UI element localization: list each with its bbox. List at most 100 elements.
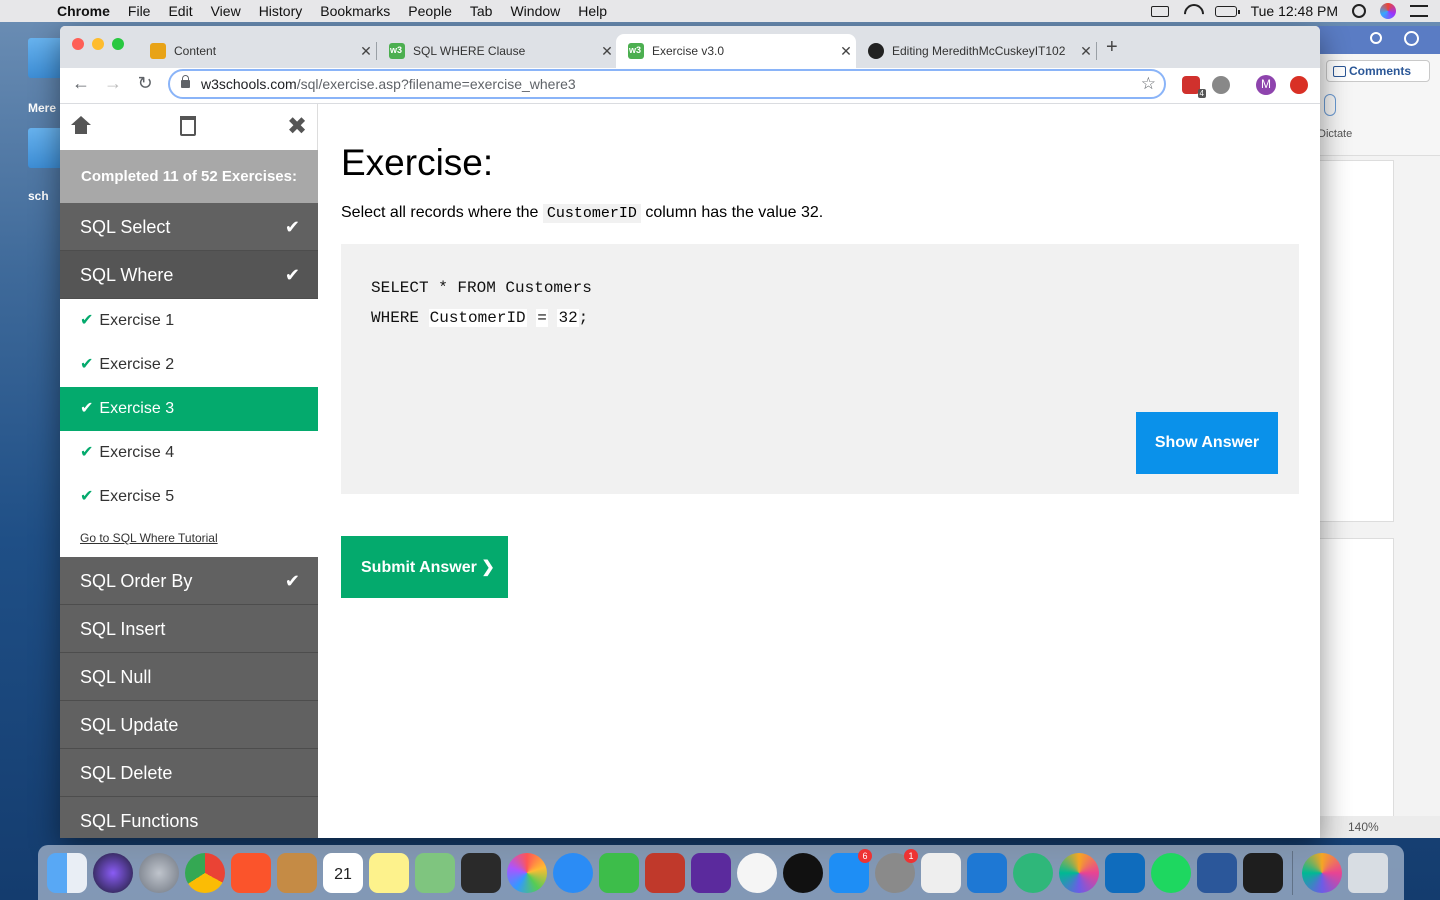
answer-input-operator[interactable]: = — [536, 309, 548, 327]
minimize-window-button[interactable] — [92, 38, 104, 50]
submit-answer-button[interactable]: Submit Answer ❯ — [341, 536, 508, 598]
airplay-icon[interactable] — [1150, 5, 1169, 17]
vscode-icon[interactable] — [967, 852, 1007, 893]
sidebar-category-sql-delete[interactable]: SQL Delete — [60, 749, 318, 797]
forward-arrow-icon[interactable]: → — [100, 73, 126, 94]
kindle-icon[interactable] — [461, 852, 501, 893]
word-icon[interactable] — [1197, 852, 1237, 893]
sidebar-category-sql-insert[interactable]: SQL Insert — [60, 605, 318, 653]
feedback-smiley-icon[interactable] — [1404, 31, 1419, 46]
spotify-icon[interactable] — [1151, 852, 1191, 893]
sidebar-category-sql-functions[interactable]: SQL Functions — [60, 797, 318, 838]
fullscreen-window-button[interactable] — [112, 38, 124, 50]
back-arrow-icon[interactable]: ← — [68, 73, 94, 94]
outlook-icon[interactable] — [1105, 852, 1145, 893]
menu-edit[interactable]: Edit — [159, 3, 201, 19]
address-bar[interactable]: w3schools.com/sql/exercise.asp?filename=… — [168, 69, 1166, 99]
code-editor-box: SELECT * FROM Customers WHERE CustomerID… — [341, 244, 1299, 494]
notification-center-icon[interactable] — [1410, 5, 1428, 17]
new-tab-icon[interactable]: + — [1106, 36, 1118, 59]
update-icon[interactable] — [1290, 76, 1308, 94]
color-picker-icon[interactable] — [1059, 852, 1099, 893]
notes-icon[interactable] — [369, 852, 409, 893]
brave-icon[interactable] — [231, 852, 271, 893]
word-search-icon[interactable] — [1370, 32, 1382, 44]
close-window-button[interactable] — [72, 38, 84, 50]
menu-app-chrome[interactable]: Chrome — [48, 3, 119, 19]
menu-bookmarks[interactable]: Bookmarks — [311, 3, 399, 19]
trash-icon[interactable] — [1348, 852, 1388, 893]
contacts-icon[interactable] — [277, 852, 317, 893]
reload-icon[interactable]: ↻ — [132, 73, 158, 94]
sidebar-category-sql-update[interactable]: SQL Update — [60, 701, 318, 749]
spotlight-search-icon[interactable] — [1352, 4, 1366, 18]
menu-help[interactable]: Help — [569, 3, 616, 19]
news-icon[interactable] — [737, 852, 777, 893]
address-url[interactable]: w3schools.com/sql/exercise.asp?filename=… — [201, 76, 576, 92]
imovie-icon[interactable] — [691, 852, 731, 893]
sidebar-category-sql-where[interactable]: SQL Where ✔ — [60, 251, 318, 299]
calendar-icon[interactable]: 21 — [323, 852, 363, 893]
sidebar-exercise-2[interactable]: ✔ Exercise 2 — [60, 343, 318, 387]
tab-content[interactable]: Content ✕ — [138, 34, 376, 68]
messages-icon[interactable] — [553, 852, 593, 893]
desktop-folder-icon[interactable] — [28, 128, 64, 168]
sidebar-category-sql-order-by[interactable]: SQL Order By ✔ — [60, 557, 318, 605]
battery-icon[interactable] — [1214, 5, 1240, 17]
menu-clock[interactable]: Tue 12:48 PM — [1251, 3, 1338, 19]
bookmark-star-icon[interactable]: ☆ — [1141, 74, 1156, 94]
atom-icon[interactable] — [1013, 852, 1053, 893]
trash-icon[interactable] — [180, 116, 196, 136]
tutorial-link[interactable]: Go to SQL Where Tutorial — [80, 531, 218, 545]
home-icon[interactable] — [71, 116, 91, 136]
answer-input-field[interactable]: CustomerID — [428, 309, 527, 327]
siri-icon[interactable] — [1380, 3, 1396, 19]
sidebar-exercise-1[interactable]: ✔ Exercise 1 — [60, 299, 318, 343]
menu-tab[interactable]: Tab — [461, 3, 502, 19]
photo-booth-icon[interactable] — [645, 852, 685, 893]
profile-avatar[interactable]: M — [1256, 75, 1276, 95]
close-tab-icon[interactable]: ✕ — [597, 43, 617, 60]
adblock-extension-icon[interactable]: 4 — [1182, 76, 1206, 98]
exercise-label: Exercise 1 — [99, 312, 175, 329]
menu-history[interactable]: History — [250, 3, 312, 19]
close-tab-icon[interactable]: ✕ — [1076, 43, 1096, 60]
close-tab-icon[interactable]: ✕ — [356, 43, 376, 60]
terminal-icon[interactable] — [1243, 852, 1283, 893]
siri-icon[interactable] — [93, 852, 133, 893]
menu-view[interactable]: View — [202, 3, 250, 19]
finder-icon[interactable] — [47, 852, 87, 893]
show-answer-button[interactable]: Show Answer — [1136, 412, 1278, 474]
sidebar-category-sql-null[interactable]: SQL Null — [60, 653, 318, 701]
answer-input-value[interactable]: 32 — [557, 309, 579, 327]
chrome-icon[interactable] — [185, 852, 225, 893]
close-tab-icon[interactable]: ✕ — [836, 43, 856, 60]
checkmark-icon: ✔ — [284, 571, 300, 591]
menu-people[interactable]: People — [399, 3, 461, 19]
sidebar-exercise-3[interactable]: ✔ Exercise 3 — [60, 387, 318, 431]
photos-icon[interactable] — [507, 852, 547, 893]
facetime-icon[interactable] — [599, 852, 639, 893]
menu-file[interactable]: File — [119, 3, 160, 19]
apple-tv-icon[interactable] — [783, 852, 823, 893]
tab-github-editing[interactable]: Editing MeredithMcCuskeyIT102 ✕ — [856, 34, 1096, 68]
word-comments-button[interactable]: Comments — [1326, 60, 1430, 82]
recent-app-icon[interactable] — [1302, 852, 1342, 893]
launchpad-icon[interactable] — [139, 852, 179, 893]
close-icon[interactable]: ✖ — [287, 112, 307, 141]
system-preferences-icon[interactable]: 1 — [875, 848, 918, 893]
microphone-icon[interactable] — [1324, 94, 1336, 116]
tab-sql-where-clause[interactable]: SQL WHERE Clause ✕ — [377, 34, 617, 68]
app-store-icon[interactable]: 6 — [829, 848, 872, 893]
sidebar-exercise-4[interactable]: ✔ Exercise 4 — [60, 431, 318, 475]
textedit-icon[interactable] — [921, 852, 961, 893]
bug-extension-icon[interactable] — [1212, 76, 1230, 94]
maps-icon[interactable] — [415, 852, 455, 893]
wifi-icon[interactable] — [1183, 4, 1201, 18]
sidebar-category-sql-select[interactable]: SQL Select ✔ — [60, 203, 318, 251]
word-zoom-level[interactable]: 140% — [1318, 816, 1440, 838]
tab-exercise-v3[interactable]: Exercise v3.0 ✕ — [616, 34, 856, 68]
sidebar-exercise-5[interactable]: ✔ Exercise 5 — [60, 475, 318, 519]
desktop-folder-icon[interactable] — [28, 38, 64, 78]
menu-window[interactable]: Window — [501, 3, 569, 19]
